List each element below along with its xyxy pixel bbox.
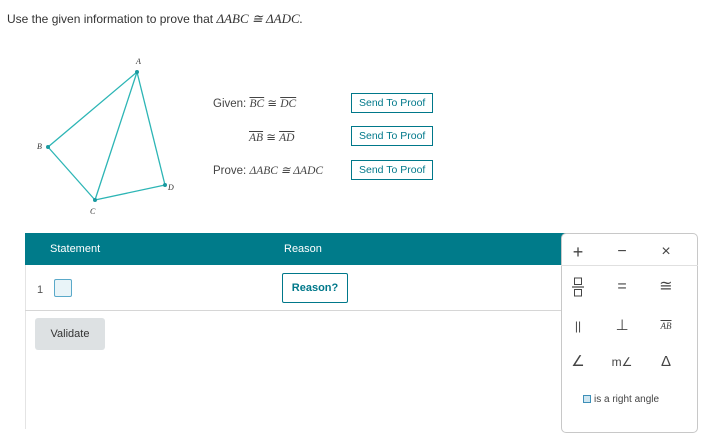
- congruent-symbol-button[interactable]: ≅: [653, 276, 679, 298]
- segment-symbol-button[interactable]: AB: [653, 315, 679, 337]
- given-2-right: AD: [279, 132, 295, 144]
- reason-button[interactable]: Reason?: [282, 273, 348, 303]
- perpendicular-symbol-button[interactable]: ⊥: [609, 315, 635, 337]
- segment-ad: [136, 71, 166, 186]
- minus-symbol-button[interactable]: −: [609, 241, 635, 263]
- right-angle-option[interactable]: is a right angle: [583, 394, 659, 405]
- problem-prompt: Use the given information to prove that …: [7, 11, 303, 27]
- equals-symbol-button[interactable]: =: [609, 276, 635, 298]
- angle-measure-symbol-button[interactable]: m∠: [609, 351, 635, 373]
- angle-symbol-button[interactable]: ∠: [565, 351, 591, 373]
- triangle-symbol-button[interactable]: Δ: [653, 351, 679, 373]
- given-row-2: AB ≅ AD: [249, 130, 294, 144]
- send-to-proof-button-2[interactable]: Send To Proof: [351, 126, 434, 146]
- times-symbol-button[interactable]: ×: [653, 241, 679, 263]
- fraction-symbol-button[interactable]: [565, 276, 591, 298]
- given-1-right: DC: [280, 98, 297, 110]
- right-angle-checkbox-icon: [583, 395, 591, 403]
- row-number: 1: [37, 284, 44, 296]
- validate-button[interactable]: Validate: [35, 318, 105, 350]
- segment-cd: [94, 184, 166, 201]
- segment-bc: [47, 146, 96, 201]
- vertex-a: [135, 70, 139, 74]
- given-1-left: BC: [249, 98, 265, 110]
- quadrilateral-figure: A B C D: [37, 57, 174, 216]
- prove-row: Prove: ΔABC ≅ ΔADC: [213, 163, 323, 177]
- prompt-text: Use the given information to prove that: [7, 12, 214, 26]
- prompt-statement: ΔABC ≅ ΔADC.: [216, 11, 303, 26]
- fraction-icon: [572, 277, 584, 297]
- given-2-left: AB: [249, 132, 264, 144]
- prove-statement: ΔABC ≅ ΔADC: [249, 165, 324, 177]
- parallel-symbol-button[interactable]: ||: [565, 315, 591, 337]
- proof-table-header: Statement Reason: [25, 233, 568, 265]
- given-2-op: ≅: [266, 132, 276, 144]
- segment-ab: [47, 71, 138, 148]
- palette-divider: [561, 265, 698, 266]
- label-c: C: [90, 207, 96, 216]
- label-d: D: [167, 183, 174, 192]
- label-b: B: [37, 142, 42, 151]
- table-border: [25, 265, 26, 429]
- statement-input[interactable]: [54, 279, 72, 297]
- statement-column-header: Statement: [50, 243, 101, 255]
- send-to-proof-button-3[interactable]: Send To Proof: [351, 160, 434, 180]
- prove-label: Prove:: [213, 165, 247, 177]
- vertex-c: [93, 198, 97, 202]
- row-divider: [25, 310, 568, 311]
- label-a: A: [135, 57, 141, 66]
- vertex-d: [163, 183, 167, 187]
- vertex-b: [46, 145, 50, 149]
- reason-column-header: Reason: [284, 243, 322, 255]
- segment-ac: [94, 71, 138, 201]
- given-label: Given:: [213, 98, 247, 110]
- given-row-1: Given: BC ≅ DC: [213, 96, 296, 110]
- right-angle-label: is a right angle: [594, 394, 660, 405]
- plus-symbol-button[interactable]: +: [565, 241, 591, 263]
- send-to-proof-button-1[interactable]: Send To Proof: [351, 93, 434, 113]
- given-1-op: ≅: [267, 98, 277, 110]
